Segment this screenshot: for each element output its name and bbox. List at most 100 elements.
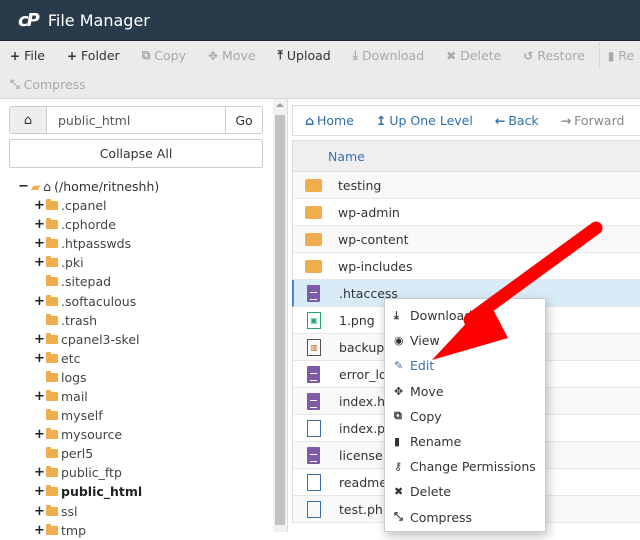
file-row[interactable]: wp-content (292, 226, 640, 253)
home-path-button[interactable]: ⌂ (10, 107, 47, 133)
toolbar-download-button[interactable]: ⤓ Download (353, 48, 424, 63)
tree-item[interactable]: logs (18, 368, 159, 387)
toolbar-button-label: File (24, 48, 45, 63)
path-input[interactable] (47, 107, 225, 133)
tree-item[interactable]: + public_html (18, 482, 159, 501)
toolbar-separator (598, 42, 600, 69)
tree-item[interactable]: + mysource (18, 425, 159, 444)
tree-item[interactable]: + ssl (18, 502, 159, 521)
context-menu-view[interactable]: ◉ View (385, 328, 545, 353)
expand-toggle-icon[interactable]: + (34, 427, 45, 442)
pencil-icon: ✎ (394, 359, 404, 373)
folder-icon (46, 523, 58, 535)
toolbar-restore-button[interactable]: ↺ Restore (523, 48, 585, 63)
copy-icon: ⧉ (141, 48, 151, 62)
tree-item[interactable]: + public_ftp (18, 463, 159, 482)
tree-item[interactable]: .sitepad (18, 272, 159, 291)
context-menu-label: Change Permissions (410, 459, 536, 475)
context-menu-download[interactable]: ⤓ Download (385, 303, 545, 328)
expand-toggle-icon[interactable]: + (34, 294, 45, 309)
scroll-up-arrow-icon[interactable] (276, 103, 284, 107)
context-menu-copy[interactable]: ⧉ Copy (385, 404, 545, 429)
toolbar-folder-button[interactable]: + Folder (67, 48, 120, 63)
context-menu-move[interactable]: ✥ Move (385, 379, 545, 404)
toolbar-file-button[interactable]: + File (10, 48, 45, 63)
expand-toggle-icon[interactable]: + (34, 236, 45, 251)
home-icon: ⌂ (43, 179, 52, 194)
context-menu-delete[interactable]: ✖ Delete (385, 479, 545, 504)
expand-toggle-icon[interactable]: + (34, 504, 45, 519)
expand-toggle-icon[interactable]: + (34, 389, 45, 404)
tree-item-label: cpanel3-skel (61, 331, 140, 347)
expand-toggle-icon[interactable]: + (34, 217, 45, 232)
folder-icon (46, 370, 58, 382)
nav-home-button[interactable]: ⌂ Home (305, 113, 354, 128)
file-row[interactable]: wp-admin (292, 199, 640, 226)
file-name: wp-includes (338, 258, 413, 274)
tree-item[interactable]: myself (18, 406, 159, 425)
expand-toggle-icon[interactable]: + (34, 523, 45, 538)
rename-icon: ▮ (607, 48, 615, 63)
scrollbar-thumb[interactable] (275, 115, 285, 525)
tree-item[interactable]: + .cphorde (18, 215, 159, 234)
tree-item[interactable]: + tmp (18, 521, 159, 540)
tree-item[interactable]: + mail (18, 387, 159, 406)
column-header-name[interactable]: Name (292, 140, 640, 172)
tree-item-label: public_ftp (61, 465, 122, 481)
app-title: File Manager (47, 10, 150, 30)
toolbar: + File + Folder ⧉ Copy ✥ Move ⤒ Upload ⤓ Download ✖ D… (0, 41, 640, 99)
expand-toggle-icon[interactable]: + (34, 484, 45, 499)
tree-item[interactable]: + cpanel3-skel (18, 330, 159, 349)
move-icon: ✥ (207, 48, 219, 63)
delete-icon: ✖ (394, 485, 404, 499)
tree-item[interactable]: + .softaculous (18, 291, 159, 310)
nav-up-one-level-button[interactable]: ↥ Up One Level (376, 113, 473, 128)
toolbar-delete-button[interactable]: ✖ Delete (446, 48, 501, 63)
toolbar-compress-button[interactable]: ⤡ Compress (10, 77, 86, 92)
back-icon: ← (494, 113, 506, 128)
tree-item[interactable]: + .htpasswds (18, 234, 159, 253)
context-menu-rename[interactable]: ▮ Rename (385, 429, 545, 454)
tree-root[interactable]: − ▰ ⌂ (/home/ritneshh) (18, 177, 159, 196)
expand-toggle-icon[interactable]: + (34, 465, 45, 480)
file-row[interactable]: wp-includes (292, 253, 640, 280)
toolbar-copy-button[interactable]: ⧉ Copy (142, 48, 186, 63)
folder-icon (46, 237, 58, 249)
tree-item[interactable]: + .pki (18, 253, 159, 272)
toolbar-move-button[interactable]: ✥ Move (208, 48, 256, 63)
sidebar-scrollbar[interactable] (273, 99, 287, 532)
tree-item[interactable]: perl5 (18, 444, 159, 463)
cpanel-logo[interactable]: cP (18, 10, 40, 31)
tree-item-label: .htpasswds (61, 236, 132, 252)
file-row[interactable]: testing (292, 172, 640, 199)
text-file-icon (307, 365, 320, 383)
expand-toggle-icon[interactable]: + (34, 255, 45, 270)
download-icon: ⤓ (352, 48, 359, 62)
context-menu-compress[interactable]: ⤡ Compress (385, 505, 545, 530)
context-menu-edit[interactable]: ✎ Edit (385, 353, 545, 378)
go-button[interactable]: Go (225, 107, 262, 133)
collapse-toggle-icon[interactable]: − (18, 179, 29, 194)
download-icon: ⤓ (394, 308, 399, 322)
expand-toggle-icon[interactable]: + (34, 332, 45, 347)
collapse-all-button[interactable]: Collapse All (9, 139, 263, 168)
tree-item[interactable]: .trash (18, 311, 159, 330)
tree-item-label: public_html (61, 484, 143, 500)
toolbar-re-button[interactable]: ▮ Re (608, 48, 634, 63)
nav-back-button[interactable]: ← Back (495, 113, 539, 128)
context-menu-label: Delete (410, 484, 452, 500)
expand-toggle-icon[interactable]: + (34, 198, 45, 213)
tree-item[interactable]: + .cpanel (18, 196, 159, 215)
copy-icon: ⧉ (394, 409, 402, 423)
directory-sidebar: ⌂ Go Collapse All − ▰ ⌂ (/home/ritneshh)… (0, 99, 288, 538)
tree-item[interactable]: + etc (18, 349, 159, 368)
expand-toggle-icon[interactable]: + (34, 351, 45, 366)
key-icon: ⚷ (394, 460, 403, 474)
nav-forward-button[interactable]: → Forward (561, 113, 625, 128)
nav-button-label: Back (508, 113, 539, 128)
context-menu-change-permissions[interactable]: ⚷ Change Permissions (385, 454, 545, 479)
context-menu-label: Edit (410, 358, 435, 374)
toolbar-upload-button[interactable]: ⤒ Upload (278, 48, 331, 63)
folder-icon (46, 218, 58, 230)
folder-icon (46, 409, 58, 421)
